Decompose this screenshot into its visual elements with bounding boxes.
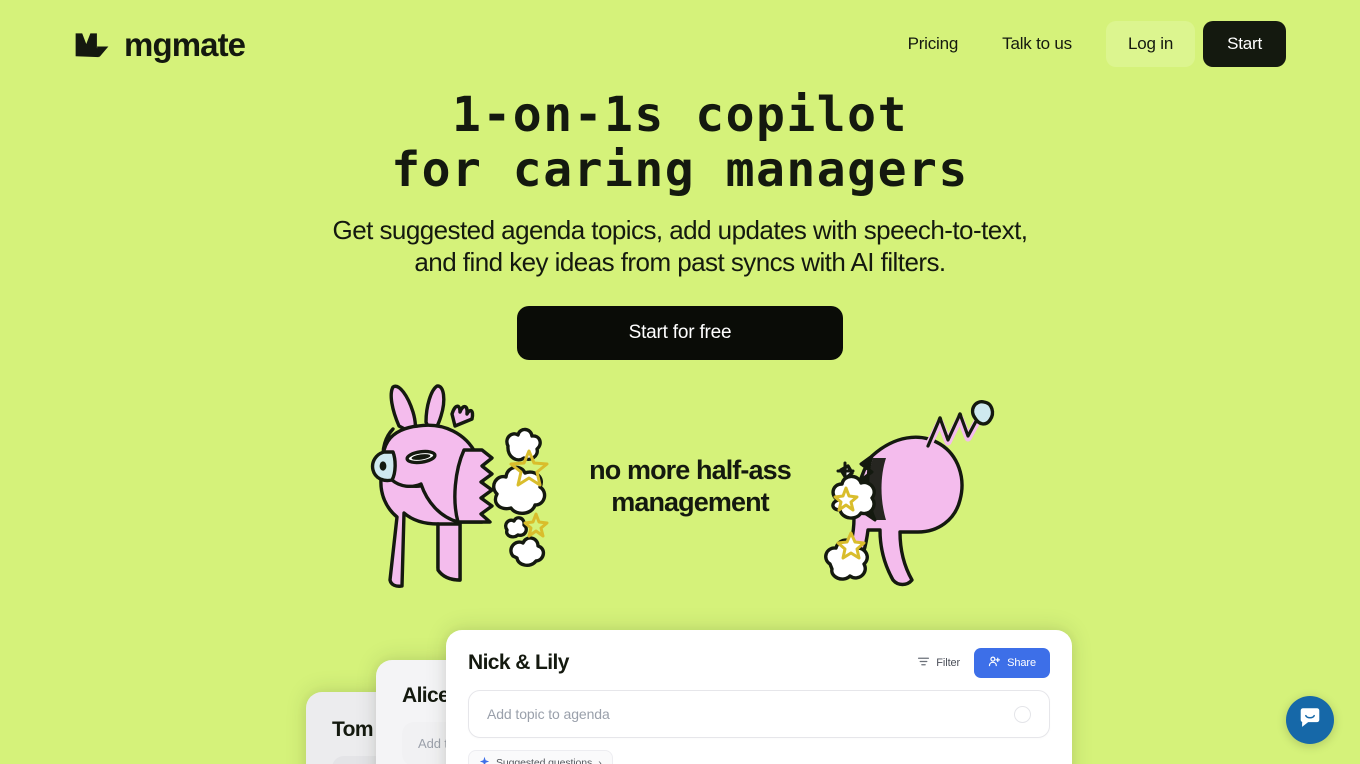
donkey-illustration: no more half-ass management xyxy=(0,374,1360,614)
hero-title-line-2: for caring managers xyxy=(391,142,969,198)
card-header: Nick & Lily Filter Share xyxy=(468,648,1050,678)
nav-button-start[interactable]: Start xyxy=(1203,21,1286,67)
mgmate-logo-icon xyxy=(74,29,110,59)
hero-subtitle: Get suggested agenda topics, add updates… xyxy=(332,215,1028,277)
caption-line-1: no more half-ass xyxy=(589,455,792,485)
filter-button[interactable]: Filter xyxy=(917,655,960,671)
page-title: 1-on-1s copilot for caring managers xyxy=(0,91,1360,194)
filter-icon xyxy=(917,655,930,671)
add-people-icon xyxy=(988,655,1001,671)
nav-button-log-in[interactable]: Log in xyxy=(1105,21,1196,67)
chat-bubble-smile-icon xyxy=(1297,705,1323,736)
filter-label: Filter xyxy=(936,657,961,669)
share-label: Share xyxy=(1007,657,1036,669)
illustration-caption: no more half-ass management xyxy=(565,454,815,519)
card-action-group: Filter Share xyxy=(917,648,1050,678)
hero-section: 1-on-1s copilot for caring managers Get … xyxy=(0,88,1360,361)
nav-link-talk-to-us[interactable]: Talk to us xyxy=(980,21,1094,67)
brand-wordmark: mgmate xyxy=(124,25,246,63)
chat-widget-button[interactable] xyxy=(1286,696,1334,744)
card-title-nick-and-lily: Nick & Lily xyxy=(468,651,569,674)
primary-nav: Pricing Talk to us Log in Start xyxy=(886,21,1286,67)
caption-line-2: management xyxy=(611,487,769,518)
preview-card-nick-and-lily[interactable]: Nick & Lily Filter Share Add topic to ag… xyxy=(446,630,1072,764)
site-header: mgmate Pricing Talk to us Log in Start xyxy=(0,0,1360,88)
chevron-right-icon: › xyxy=(598,757,602,764)
start-for-free-button[interactable]: Start for free xyxy=(517,306,843,361)
hero-title-line-1: 1-on-1s copilot xyxy=(452,87,908,143)
agenda-topic-input[interactable]: Add topic to agenda xyxy=(468,690,1050,738)
nav-link-pricing[interactable]: Pricing xyxy=(886,21,981,67)
sparkle-icon xyxy=(479,756,490,764)
suggested-questions-label: Suggested questions xyxy=(496,757,593,764)
agenda-topic-placeholder: Add topic to agenda xyxy=(487,706,610,722)
app-preview-card-stack: Tom Add topic to agenda Alice Add topic … xyxy=(0,630,1360,764)
agenda-status-circle-icon xyxy=(1014,705,1031,723)
brand-logo[interactable]: mgmate xyxy=(74,25,246,63)
share-button[interactable]: Share xyxy=(974,648,1050,678)
suggested-questions-chip[interactable]: Suggested questions › xyxy=(468,750,613,764)
